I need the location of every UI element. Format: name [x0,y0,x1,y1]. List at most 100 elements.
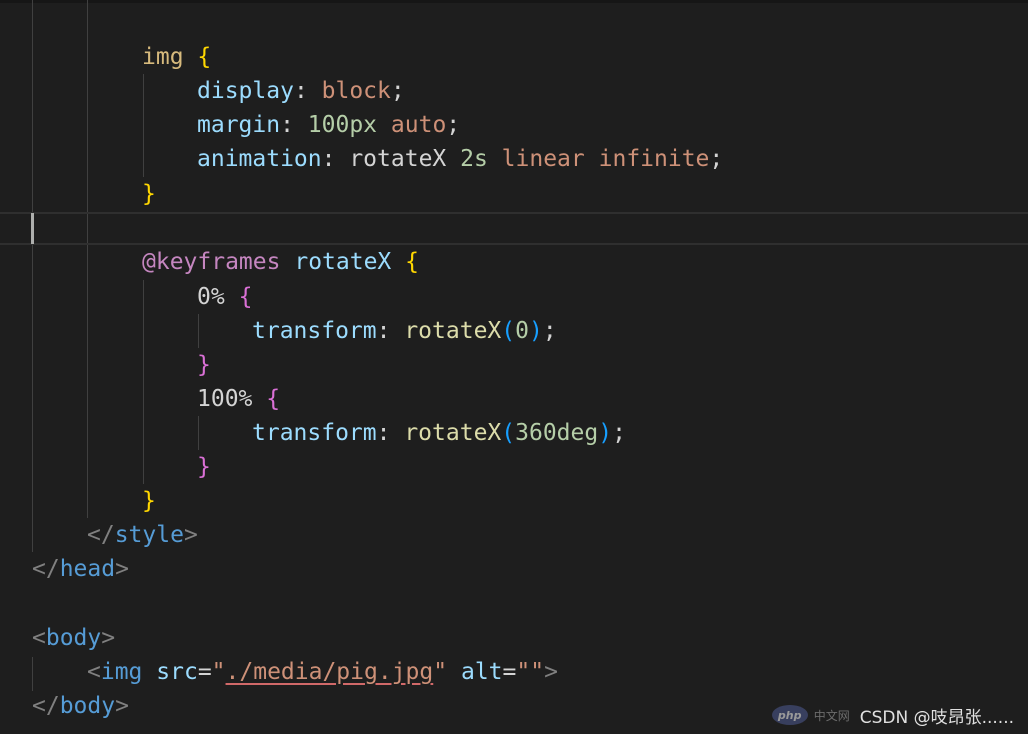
code-token: linear [501,146,585,172]
code-line[interactable]: transform: rotateX(360deg); [252,416,626,450]
indent-guide [198,416,199,450]
code-token: display [197,78,294,104]
code-token: auto [390,112,447,138]
code-line[interactable]: } [197,450,211,484]
code-token: body [59,693,116,719]
code-token: { [197,44,212,70]
code-line[interactable]: } [197,348,211,382]
indent-guide [87,0,88,518]
code-token: src [156,659,198,685]
code-token: 100px [307,112,378,138]
code-line[interactable]: 100% { [197,382,280,416]
code-line[interactable]: } [142,177,156,211]
code-line[interactable]: <body> [32,621,115,655]
code-line[interactable]: 0% { [197,280,252,314]
code-line[interactable]: display: block; [197,74,405,108]
code-token: > [183,522,198,548]
code-token: img [142,44,198,70]
code-token: ; [446,112,461,138]
php-logo-icon: php [771,705,808,725]
code-line[interactable]: img { [142,40,211,74]
indent-guide [143,74,144,177]
code-token: 360deg [515,420,599,446]
code-token: > [544,659,558,685]
code-token: = [502,659,517,685]
code-token: " [211,659,226,685]
code-token: } [197,454,211,480]
code-line[interactable]: transform: rotateX(0); [252,314,557,348]
indent-guide [143,280,144,484]
code-token: : [376,420,405,446]
code-token: } [142,181,156,207]
code-line[interactable]: @keyframes rotateX { [142,245,419,279]
code-token: ) [598,420,613,446]
code-token: { [405,249,419,275]
code-token: 2s [460,146,488,172]
code-token: body [45,625,102,651]
code-token: animation [197,146,322,172]
php-cn-label: 中文网 [813,708,850,723]
code-token: ; [390,78,405,104]
code-token: ; [542,318,557,344]
code-token: transform [252,318,377,344]
indent-guide [32,0,33,552]
code-token: } [197,352,211,378]
code-line[interactable]: </body> [32,689,129,723]
code-line[interactable]: </head> [32,552,129,586]
code-token: infinite [598,146,710,172]
code-token: "" [516,659,545,685]
code-token: : [293,78,322,104]
code-token: rotateX [349,146,461,172]
code-token: rotateX [404,318,502,344]
code-line[interactable]: margin: 100px auto; [197,108,460,142]
code-token: } [142,488,156,514]
code-token: 0 [515,318,529,344]
code-line[interactable]: animation: rotateX 2s linear infinite; [197,142,723,176]
code-line[interactable]: <img src="./media/pig.jpg" alt=""> [87,655,558,689]
code-token: </ [32,556,60,582]
code-token: > [101,625,116,651]
code-token: rotateX [404,420,502,446]
code-token: @keyframes [142,249,281,275]
code-token: rotateX [294,249,392,275]
code-token: </ [87,522,115,548]
code-editor[interactable]: img { display: block; margin: 100px auto… [0,0,1028,734]
code-line[interactable]: </style> [87,518,198,552]
code-token: 0% [197,284,225,310]
code-token: > [115,556,129,582]
code-token: < [32,625,46,651]
code-token: ( [501,318,516,344]
current-line-highlight [0,212,1028,245]
code-token: < [87,659,101,685]
csdn-author-label: CSDN @吱昂张...... [859,707,1014,728]
editor-top-shadow [0,0,1028,3]
text-cursor [31,213,34,244]
code-token: ; [709,146,724,172]
code-token: : [321,146,350,172]
code-token: img [100,659,143,685]
code-token: ./media/pig.jpg [225,659,434,685]
watermark: php 中文网 CSDN @吱昂张...... [771,704,1014,728]
code-token: margin [197,112,281,138]
code-token: ) [528,318,543,344]
code-line[interactable]: } [142,484,156,518]
code-token: 100% [197,386,253,412]
code-token: alt [460,659,503,685]
code-token: : [280,112,308,138]
code-token: { [266,386,281,412]
code-token: ; [612,420,626,446]
code-token: { [238,284,253,310]
indent-guide [198,314,199,348]
code-token: head [59,556,116,582]
code-token: transform [252,420,377,446]
code-token: style [114,522,184,548]
code-token: = [197,659,212,685]
